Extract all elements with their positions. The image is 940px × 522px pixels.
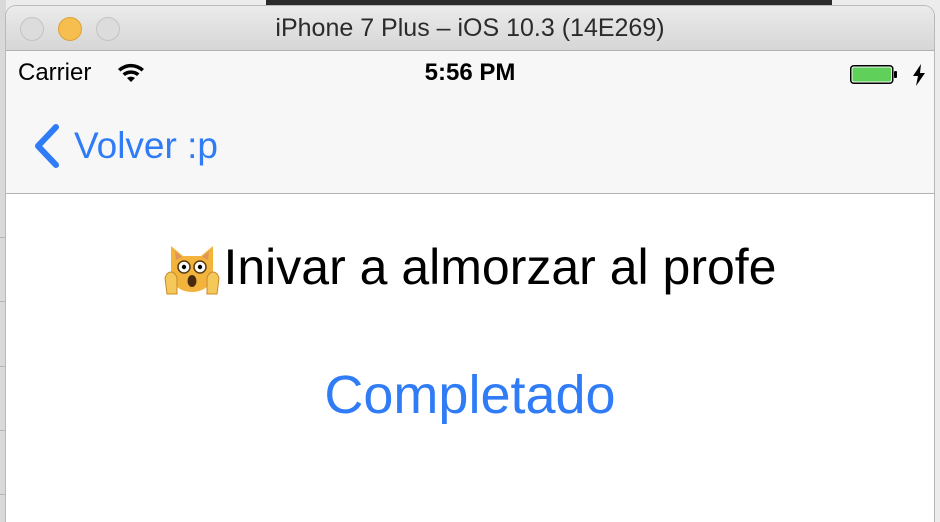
weary-cat-icon — [164, 246, 220, 295]
completed-button[interactable]: Completado — [6, 364, 934, 426]
window-title: iPhone 7 Plus – iOS 10.3 (14E269) — [275, 14, 665, 42]
bolt-icon — [913, 64, 925, 86]
chevron-left-icon — [35, 124, 59, 168]
back-button[interactable]: Volver :p — [30, 121, 218, 171]
task-detail-view: Inivar a almorzar al profe Completado — [6, 194, 934, 522]
task-title: Inivar a almorzar al profe — [223, 239, 777, 295]
window-titlebar[interactable]: iPhone 7 Plus – iOS 10.3 (14E269) — [6, 6, 934, 51]
status-time: 5:56 PM — [424, 59, 516, 86]
ios-status-bar: Carrier 5:56 PM — [6, 51, 934, 95]
simulator-window: iPhone 7 Plus – iOS 10.3 (14E269) Carrie… — [6, 6, 934, 522]
back-button-label: Volver :p — [74, 125, 218, 166]
navigation-bar: Volver :p — [6, 95, 934, 194]
battery-icon — [850, 65, 897, 84]
task-row: Inivar a almorzar al profe — [6, 238, 934, 296]
